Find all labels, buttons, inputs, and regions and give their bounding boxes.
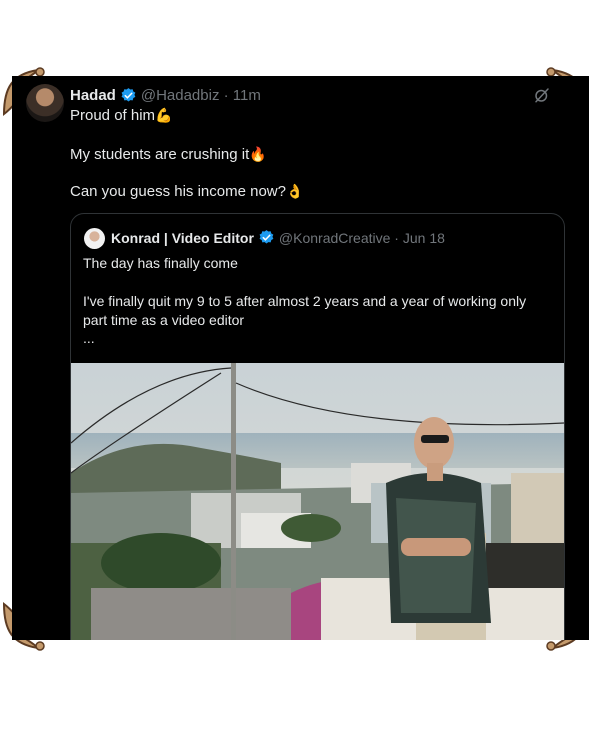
- avatar[interactable]: [26, 84, 64, 122]
- author-name[interactable]: Hadad: [70, 87, 116, 104]
- flexed-biceps-icon: 💪: [155, 107, 173, 123]
- quoted-photo[interactable]: [71, 363, 564, 640]
- quoted-avatar[interactable]: [84, 228, 105, 249]
- quoted-author-handle[interactable]: @KonradCreative: [279, 230, 391, 246]
- tweet-card[interactable]: Hadad @Hadadbiz · 11m Proud of him💪 My s…: [12, 76, 589, 640]
- quoted-text-line: I've finally quit my 9 to 5 after almost…: [83, 293, 527, 309]
- ok-hand-icon: 👌: [285, 183, 304, 199]
- tweet-line-text: Proud of him: [70, 107, 156, 124]
- verified-badge-icon: [259, 230, 274, 244]
- tweet-line-text: My students are crushing it: [70, 146, 250, 163]
- tweet-line-text: Can you guess his income now?: [70, 183, 286, 200]
- fire-icon: 🔥: [249, 146, 267, 162]
- quoted-header: Konrad | Video Editor @KonradCreative · …: [111, 229, 445, 246]
- quoted-date[interactable]: Jun 18: [403, 230, 445, 246]
- separator-dot: ·: [390, 229, 403, 246]
- tweet-line: Proud of him💪: [70, 107, 172, 124]
- tweet-header: Hadad @Hadadbiz · 11m: [70, 87, 261, 104]
- verified-badge-icon: [121, 88, 136, 102]
- quoted-tweet[interactable]: Konrad | Video Editor @KonradCreative · …: [70, 213, 565, 640]
- author-handle[interactable]: @Hadadbiz: [141, 87, 220, 104]
- tweet-line: Can you guess his income now?👌: [70, 183, 303, 200]
- separator-dot: ·: [219, 87, 233, 104]
- quoted-text-line: The day has finally come: [83, 255, 238, 271]
- quoted-ellipsis: ...: [83, 330, 95, 346]
- grok-slash-icon[interactable]: [533, 86, 551, 104]
- tweet-time[interactable]: 11m: [233, 87, 261, 104]
- tweet-line: My students are crushing it🔥: [70, 146, 267, 163]
- quoted-text-line: part time as a video editor: [83, 312, 245, 328]
- quoted-author-name[interactable]: Konrad | Video Editor: [111, 230, 254, 246]
